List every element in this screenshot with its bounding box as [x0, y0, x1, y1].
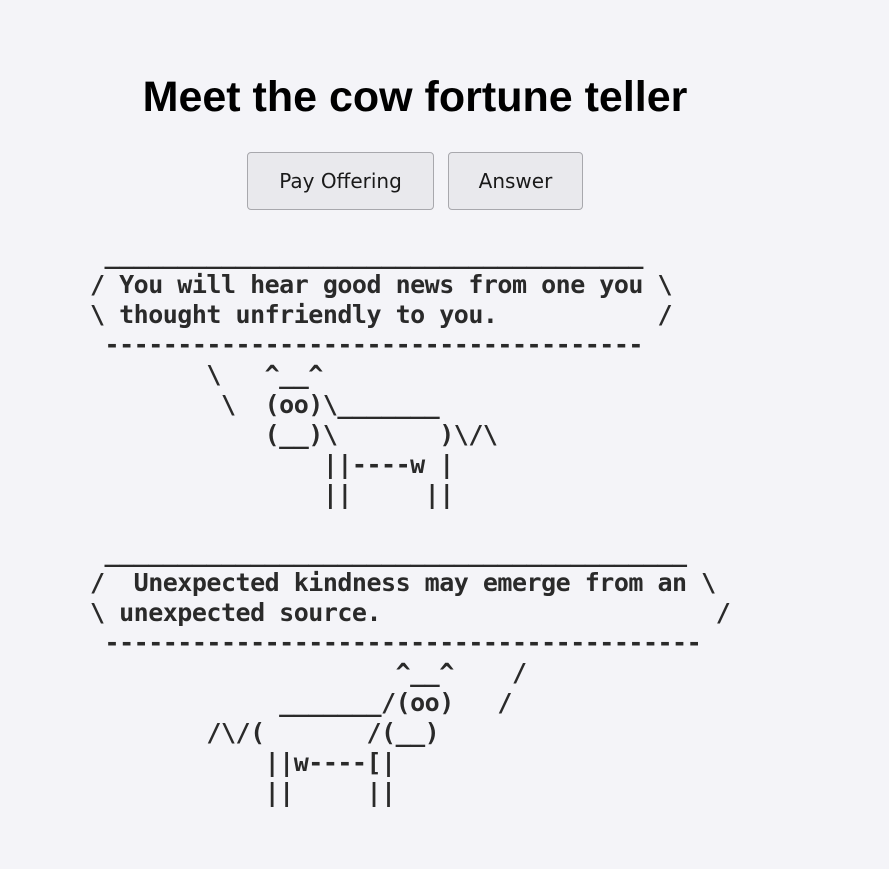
fortune-cowsay-2: ________________________________________… — [90, 538, 731, 807]
action-buttons: Pay Offering Answer — [247, 152, 583, 210]
answer-button[interactable]: Answer — [448, 152, 583, 210]
pay-offering-button[interactable]: Pay Offering — [247, 152, 434, 210]
page-title: Meet the cow fortune teller — [142, 73, 688, 121]
fortune-cowsay-1: _____________________________________ / … — [90, 240, 673, 509]
